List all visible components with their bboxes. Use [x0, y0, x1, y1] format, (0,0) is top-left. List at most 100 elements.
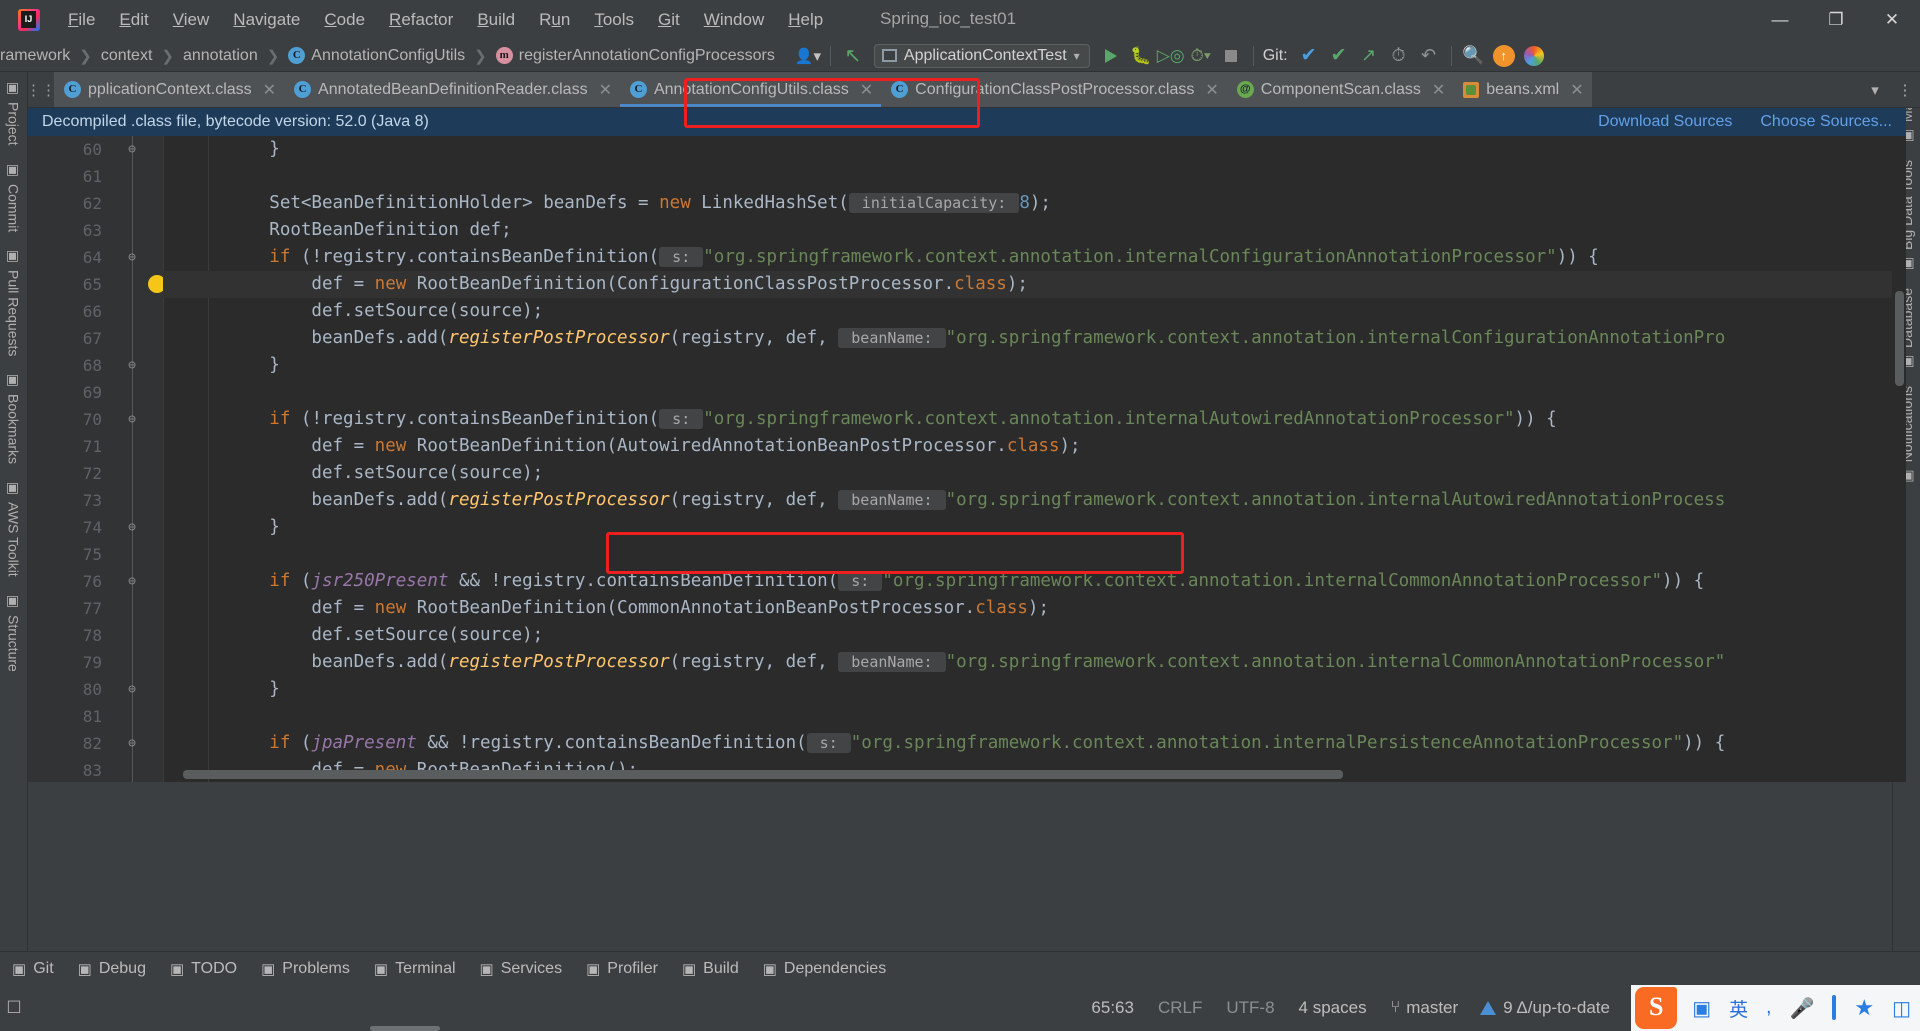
debug-icon[interactable]: 🐛 [1126, 41, 1156, 71]
bottom-tool-build[interactable]: ▣ Build [670, 960, 751, 978]
fold-toggle-icon[interactable]: ⊖ [124, 250, 140, 265]
stripe-button-aws-toolkit[interactable]: ▣ AWS Toolkit [6, 472, 22, 585]
code-line[interactable] [163, 163, 1906, 190]
bowtie-icon[interactable]: ★ [1845, 995, 1883, 1021]
history-icon[interactable]: ⏱ [1384, 41, 1414, 71]
gutter-line[interactable]: 72 [28, 460, 163, 487]
bottom-tool-dependencies[interactable]: ▣ Dependencies [751, 960, 898, 978]
code-line[interactable]: if (!registry.containsBeanDefinition( s:… [163, 244, 1906, 271]
close-icon[interactable]: ✕ [1432, 80, 1445, 100]
gutter-line[interactable]: 82 ⊖ [28, 730, 163, 757]
code-line[interactable] [163, 541, 1906, 568]
push-icon[interactable]: ↗ [1354, 41, 1384, 71]
menu-item-tools[interactable]: Tools [582, 7, 646, 33]
code-line[interactable]: def.setSource(source); [163, 460, 1906, 487]
maximize-button[interactable]: ❐ [1808, 0, 1864, 40]
gutter-line[interactable]: 81 [28, 703, 163, 730]
bottom-tool-services[interactable]: ▣ Services [468, 960, 575, 978]
update-status-widget[interactable]: 9 Δ/up-to-date [1470, 998, 1620, 1018]
code-line[interactable]: def = new RootBeanDefinition(AutowiredAn… [163, 433, 1906, 460]
breadcrumb-item-annotationconfigutils[interactable]: C AnnotationConfigUtils [288, 47, 465, 65]
stripe-button-bookmarks[interactable]: ▣ Bookmarks [6, 364, 22, 472]
user-icon[interactable]: 👤▾ [793, 41, 823, 71]
caret-position[interactable]: 65:63 [1079, 998, 1146, 1018]
gutter-line[interactable]: 66 [28, 298, 163, 325]
green-arrow-back-icon[interactable]: ↖ [838, 41, 868, 71]
microphone-icon[interactable]: 🎤 [1780, 996, 1823, 1021]
breadcrumb-item-annotation[interactable]: annotation [183, 47, 258, 65]
menu-item-refactor[interactable]: Refactor [377, 7, 465, 33]
ime-punctuation-label[interactable]: , [1757, 997, 1780, 1019]
gutter-line[interactable]: 61 [28, 163, 163, 190]
code-line[interactable]: } [163, 136, 1906, 163]
close-icon[interactable]: ✕ [263, 80, 276, 100]
indent-setting[interactable]: 4 spaces [1287, 998, 1379, 1018]
editor-horizontal-scrollbar[interactable] [183, 770, 1343, 779]
file-encoding[interactable]: UTF-8 [1214, 998, 1286, 1018]
close-icon[interactable]: ✕ [1570, 80, 1583, 100]
breadcrumb-item-registerannotationconfigprocessors[interactable]: m registerAnnotationConfigProcessors [495, 47, 775, 65]
update-project-icon[interactable]: ✔ [1294, 41, 1324, 71]
breadcrumb-item-ramework[interactable]: ramework [0, 47, 70, 65]
gutter-line[interactable]: 79 [28, 649, 163, 676]
gutter-line[interactable]: 67 [28, 325, 163, 352]
code-editor[interactable]: 60 ⊖ 61 62 63 64 ⊖ 65 66 67 68 ⊖ 69 70 ⊖ 71 72 73 74 ⊖ 75 76 ⊖… [28, 136, 1906, 782]
toggle-sidebar-icon[interactable]: ☐ [0, 998, 28, 1018]
menu-item-navigate[interactable]: Navigate [221, 7, 312, 33]
code-line[interactable]: beanDefs.add(registerPostProcessor(regis… [163, 325, 1906, 352]
code-line[interactable]: } [163, 514, 1906, 541]
menu-item-window[interactable]: Window [692, 7, 776, 33]
close-button[interactable]: ✕ [1864, 0, 1920, 40]
keyboard-icon[interactable] [1823, 995, 1845, 1020]
fold-toggle-icon[interactable]: ⊖ [124, 682, 140, 697]
menu-item-help[interactable]: Help [776, 7, 835, 33]
run-with-coverage-icon[interactable]: ▷◎ [1156, 41, 1186, 71]
close-icon[interactable]: ✕ [860, 80, 873, 100]
menu-item-edit[interactable]: Edit [107, 7, 160, 33]
editor-scrollbar-thumb[interactable] [1895, 291, 1904, 386]
gutter-line[interactable]: 63 [28, 217, 163, 244]
gutter-line[interactable]: 77 [28, 595, 163, 622]
gutter-line[interactable]: 76 ⊖ [28, 568, 163, 595]
breadcrumb-item-context[interactable]: context [101, 47, 153, 65]
code-line[interactable]: } [163, 352, 1906, 379]
gutter-line[interactable]: 65 [28, 271, 166, 298]
code-line[interactable]: } [163, 676, 1906, 703]
code-line[interactable]: def = new RootBeanDefinition(CommonAnnot… [163, 595, 1906, 622]
fold-toggle-icon[interactable]: ⊖ [124, 142, 140, 157]
editor-tab-annotatedbeandefinitionreader-class[interactable]: C AnnotatedBeanDefinitionReader.class ✕ [284, 72, 620, 107]
fold-toggle-icon[interactable]: ⊖ [124, 574, 140, 589]
download-sources-link[interactable]: Download Sources [1598, 113, 1732, 131]
stripe-button-commit[interactable]: ▣ Commit [6, 154, 22, 240]
gutter-line[interactable]: 60 ⊖ [28, 136, 163, 163]
fold-toggle-icon[interactable]: ⊖ [124, 520, 140, 535]
gutter-line[interactable]: 62 [28, 190, 163, 217]
tab-list-icon[interactable]: ⋮⋮ [28, 72, 56, 107]
code-line[interactable]: def.setSource(source); [163, 622, 1906, 649]
minimize-button[interactable]: — [1752, 0, 1808, 40]
menu-item-view[interactable]: View [161, 7, 222, 33]
choose-sources-link[interactable]: Choose Sources... [1760, 113, 1892, 131]
code-line[interactable]: RootBeanDefinition def; [163, 217, 1906, 244]
run-icon[interactable] [1096, 41, 1126, 71]
grid-icon[interactable]: ◫ [1883, 996, 1920, 1021]
gutter-line[interactable]: 73 [28, 487, 163, 514]
code-line[interactable]: def = new RootBeanDefinition(Configurati… [163, 271, 1906, 298]
bottom-tool-git[interactable]: ▣ Git [0, 960, 66, 978]
editor-gutter[interactable]: 60 ⊖ 61 62 63 64 ⊖ 65 66 67 68 ⊖ 69 70 ⊖ 71 72 73 74 ⊖ 75 76 ⊖… [28, 136, 166, 782]
menu-item-code[interactable]: Code [312, 7, 377, 33]
ide-update-icon[interactable]: ↑ [1489, 41, 1519, 71]
gutter-line[interactable]: 80 ⊖ [28, 676, 163, 703]
editor-tab-beans-xml[interactable]: beans.xml ✕ [1453, 72, 1592, 107]
gutter-line[interactable]: 75 [28, 541, 163, 568]
code-line[interactable]: beanDefs.add(registerPostProcessor(regis… [163, 649, 1906, 676]
bottom-tool-profiler[interactable]: ▣ Profiler [574, 960, 670, 978]
code-line[interactable]: def.setSource(source); [163, 298, 1906, 325]
close-icon[interactable]: ✕ [599, 80, 612, 100]
menu-item-file[interactable]: File [56, 7, 107, 33]
gutter-line[interactable]: 64 ⊖ [28, 244, 163, 271]
plugin-icon[interactable] [1519, 41, 1549, 71]
code-line[interactable]: beanDefs.add(registerPostProcessor(regis… [163, 487, 1906, 514]
git-branch-widget[interactable]: ⑂ master [1379, 998, 1471, 1018]
run-configuration-selector[interactable]: ApplicationContextTest ▾ [873, 43, 1090, 68]
